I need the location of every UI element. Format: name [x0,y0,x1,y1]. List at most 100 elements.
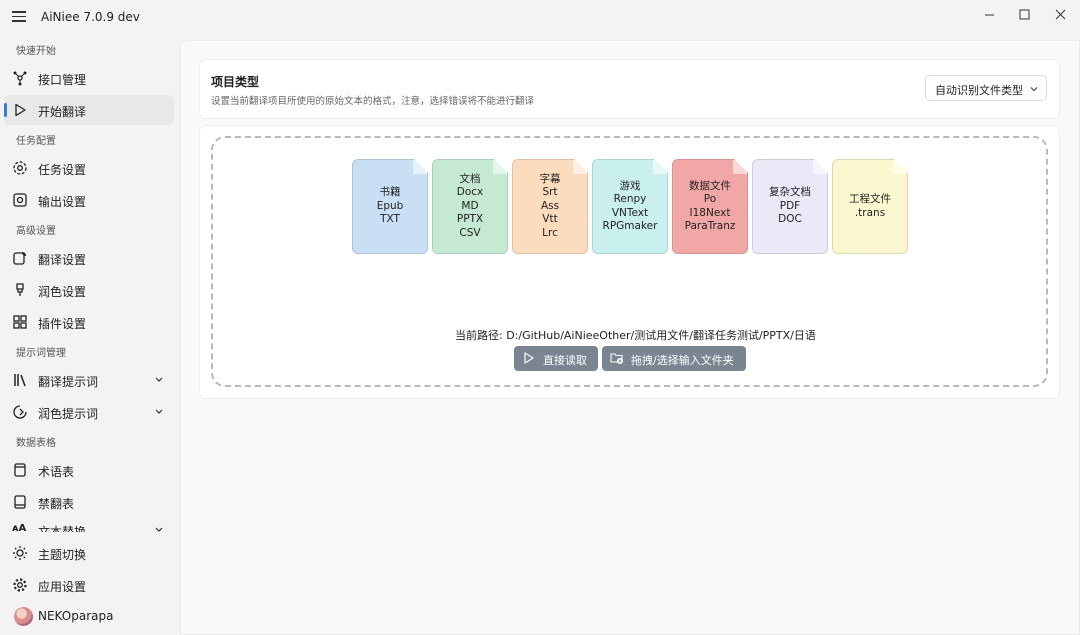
file-format-label: Vtt [542,213,558,226]
hamburger-menu-icon[interactable] [10,8,28,26]
sidebar-item-label: 润色设置 [38,285,87,299]
file-format-label: Docx [456,186,484,199]
file-type-card-project-files: 工程文件 .trans [832,159,908,254]
theme-icon [13,546,27,560]
file-format-label: DOC [778,213,802,226]
sidebar-item-label: 输出设置 [38,195,87,209]
file-format-label: ParaTranz [684,220,736,232]
file-format-label: CSV [459,226,481,239]
direct-read-label: 直接读取 [543,354,587,367]
sidebar-item-label: 润色提示词 [38,407,99,421]
sidebar: 快速开始 接口管理 开始翻译 任务配置 任务设置 输出设置 高级设置 翻译设置 … [0,32,178,635]
file-type-card-games: 游戏 Renpy VNText RPGmaker [592,159,668,254]
file-format-label: PDF [779,199,801,212]
file-type-title: 字幕 [539,172,561,185]
sidebar-item-api[interactable]: 接口管理 [4,63,174,93]
avatar [14,607,33,626]
current-path: 当前路径: D:/GitHub/AiNieeOther/测试用文件/翻译任务测试… [455,329,816,342]
file-type-title: 复杂文档 [769,186,811,199]
polish-icon [16,283,24,296]
play-icon [15,103,26,117]
file-type-title: 数据文件 [689,179,731,192]
sidebar-item-theme[interactable]: 主题切换 [4,538,174,568]
file-type-title: 书籍 [379,186,401,199]
gear-icon [13,578,27,592]
glossary-icon [14,463,26,477]
maximize-button[interactable] [1009,4,1039,24]
api-icon [13,71,27,86]
library-icon [14,374,26,387]
file-type-card-complex-docs: 复杂文档 PDF DOC [752,159,828,254]
sidebar-item-label: 术语表 [38,465,75,479]
project-type-card: 项目类型 设置当前翻译项目所使用的原始文本的格式，注意，选择错误将不能进行翻译 … [199,59,1060,119]
file-format-label: .trans [854,206,886,219]
sidebar-item-user[interactable]: NEKOparapa [4,601,174,631]
chevron-down-icon [155,409,163,414]
polish-prompt-icon [13,405,27,419]
exclusion-icon [14,495,26,509]
sidebar-item-app-settings[interactable]: 应用设置 [4,570,174,600]
project-type-title: 项目类型 [211,75,260,89]
file-format-label: RPGmaker [602,220,658,232]
sidebar-item-glossary[interactable]: 术语表 [4,455,174,485]
file-format-label: Srt [542,186,558,199]
file-type-card-data-files: 数据文件 Po I18Next ParaTranz [672,159,748,254]
file-type-select[interactable]: 自动识别文件类型 [925,75,1047,101]
section-label-task-config: 任务配置 [16,136,56,147]
file-format-label: Po [703,193,717,205]
chevron-down-icon [1030,87,1038,92]
sidebar-item-label: 插件设置 [38,317,87,331]
sidebar-item-exclusion-list[interactable]: 禁翻表 [4,487,174,517]
text-replace-icon: ᴀA [12,523,27,532]
file-format-label: TXT [380,213,400,226]
sidebar-item-output-settings[interactable]: 输出设置 [4,185,174,215]
sidebar-item-label: 接口管理 [38,73,87,87]
sidebar-item-label: 任务设置 [38,163,87,177]
title-bar: AiNiee 7.0.9 dev [0,0,1080,32]
sidebar-item-text-replace[interactable]: ᴀA 文本替换 [4,520,174,532]
file-format-label: Epub [376,199,404,212]
file-format-label: PPTX [456,213,484,226]
section-label-quick-start: 快速开始 [16,46,56,57]
file-format-label: Lrc [542,226,558,239]
direct-read-button[interactable]: 直接读取 [514,346,598,371]
app-title: AiNiee 7.0.9 dev [41,10,140,24]
file-format-label: I18Next [689,206,731,219]
sidebar-item-label: 应用设置 [38,580,87,594]
file-type-select-value: 自动识别文件类型 [935,84,1023,97]
select-folder-label: 拖拽/选择输入文件夹 [631,354,734,367]
file-format-label: Ass [540,199,560,212]
sidebar-item-polish-prompt[interactable]: 润色提示词 [4,397,174,427]
file-type-title: 工程文件 [849,193,891,205]
file-format-label: Renpy [613,193,647,205]
close-button[interactable] [1045,4,1075,24]
chevron-down-icon [155,377,163,382]
sidebar-item-label: 开始翻译 [38,105,87,119]
translate-settings-icon [13,252,26,265]
file-type-title: 文档 [459,172,481,185]
sidebar-item-label: 翻译设置 [38,253,87,267]
file-type-title: 游戏 [619,179,641,192]
project-type-description: 设置当前翻译项目所使用的原始文本的格式，注意，选择错误将不能进行翻译 [211,96,535,107]
section-label-advanced: 高级设置 [16,226,56,237]
sidebar-item-task-settings[interactable]: 任务设置 [4,153,174,183]
sidebar-item-label: 文本替换 [38,525,87,532]
file-type-card-documents: 文档 Docx MD PPTX CSV [432,159,508,254]
sidebar-item-label: 翻译提示词 [38,375,99,389]
file-format-label: MD [461,199,479,212]
section-label-prompt-manage: 提示词管理 [16,348,66,359]
plugin-icon [13,315,27,329]
sidebar-item-translate-settings[interactable]: 翻译设置 [4,243,174,273]
sidebar-item-plugin-settings[interactable]: 插件设置 [4,307,174,337]
select-folder-button[interactable]: 拖拽/选择输入文件夹 [602,346,746,371]
minimize-button[interactable] [974,4,1004,24]
sidebar-item-translate-prompt[interactable]: 翻译提示词 [4,365,174,395]
sidebar-item-polish-settings[interactable]: 润色设置 [4,275,174,305]
file-type-card-books: 书籍 Epub TXT [352,159,428,254]
user-name: NEKOparapa [38,609,114,623]
sidebar-item-start-translation[interactable]: 开始翻译 [4,95,174,125]
folder-add-icon [610,353,623,364]
file-format-label: VNText [611,206,649,219]
chevron-down-icon [155,527,163,532]
sidebar-item-label: 主题切换 [38,548,87,562]
